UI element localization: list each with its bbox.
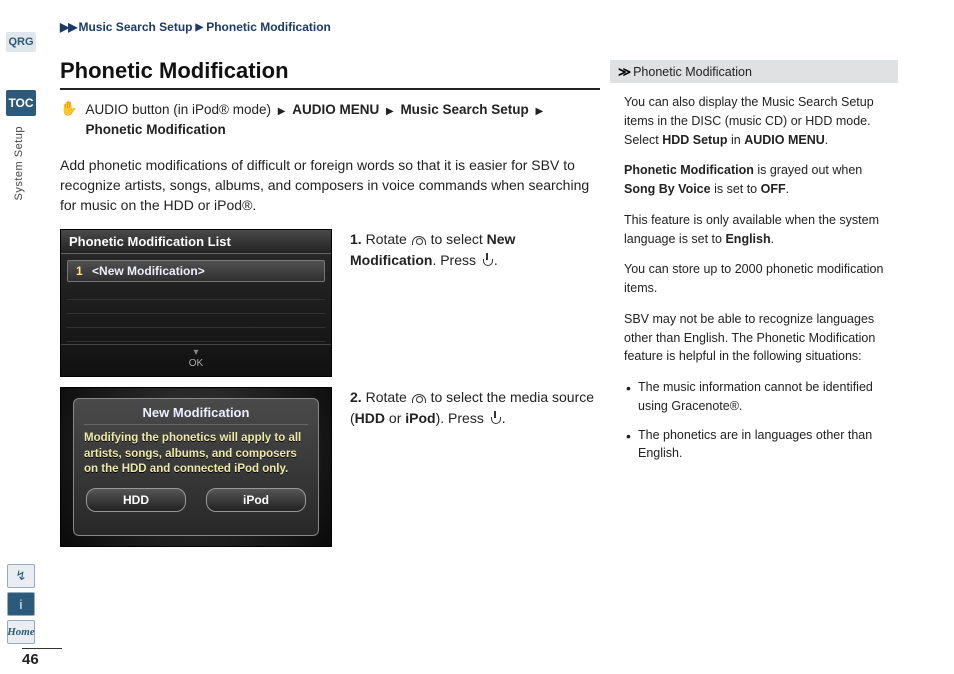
row-label: <New Modification>	[92, 264, 205, 278]
info-li1: The music information cannot be identifi…	[626, 378, 888, 416]
info-li2: The phonetics are in languages other tha…	[626, 426, 888, 464]
screenshot-modification-list: Phonetic Modification List 1 <New Modifi…	[60, 229, 332, 377]
tab-qrg[interactable]: QRG	[6, 32, 36, 52]
info-head-icon: ≫	[618, 64, 629, 79]
screen2-text: Modifying the phonetics will apply to al…	[84, 431, 308, 478]
info-sidebar: ≫ Phonetic Modification You can also dis…	[610, 60, 898, 477]
rotate-dial-icon	[411, 232, 427, 246]
info-p4: You can store up to 2000 phonetic modifi…	[624, 260, 888, 298]
info-p5: SBV may not be able to recognize languag…	[624, 310, 888, 366]
nav-path: ✋ AUDIO button (in iPod® mode) ▶ AUDIO M…	[60, 100, 580, 141]
home-icon[interactable]: Home	[7, 620, 35, 644]
screen1-row-new: 1 <New Modification>	[67, 260, 325, 282]
section-label[interactable]: System Setup	[13, 126, 40, 200]
breadcrumb-lead-icon: ▶▶	[60, 20, 76, 34]
breadcrumb-part1[interactable]: Music Search Setup	[78, 20, 192, 34]
step2-text: 2. Rotate to select the media source (HD…	[350, 387, 600, 428]
step2-num: 2.	[350, 389, 362, 405]
screen1-title: Phonetic Modification List	[61, 230, 331, 254]
nav-pre: AUDIO button (in iPod® mode)	[85, 102, 271, 117]
step1-text: 1. Rotate to select New Modification. Pr…	[350, 229, 600, 270]
info-p1: You can also display the Music Search Se…	[624, 93, 888, 149]
screen2-title: New Modification	[84, 405, 308, 425]
screenshot-new-modification: New Modification Modifying the phonetics…	[60, 387, 332, 547]
chevron-right-icon: ▶	[195, 22, 205, 33]
info-icon[interactable]: i	[7, 592, 35, 616]
screen2-btn-hdd: HDD	[86, 488, 186, 512]
down-icon: ▾	[193, 347, 198, 358]
intro-text: Add phonetic modifications of difficult …	[60, 155, 590, 216]
nav-s1: AUDIO MENU	[292, 102, 379, 117]
breadcrumb: ▶▶ Music Search Setup ▶ Phonetic Modific…	[60, 20, 331, 34]
info-p2: Phonetic Modification is grayed out when…	[624, 161, 888, 199]
page-title: Phonetic Modification	[60, 58, 600, 90]
step1-num: 1.	[350, 231, 362, 247]
info-list: The music information cannot be identifi…	[624, 378, 888, 463]
voice-icon[interactable]: ↯	[7, 564, 35, 588]
info-heading: ≫ Phonetic Modification	[610, 60, 898, 83]
screen2-btn-ipod: iPod	[206, 488, 306, 512]
rotate-dial-icon	[411, 390, 427, 404]
press-dial-icon	[480, 253, 494, 267]
chevron-right-icon: ▶	[275, 106, 289, 117]
nav-s2: Music Search Setup	[400, 102, 528, 117]
chevron-right-icon: ▶	[533, 106, 547, 117]
chevron-right-icon: ▶	[383, 106, 397, 117]
nav-s3: Phonetic Modification	[85, 122, 225, 137]
info-p3: This feature is only available when the …	[624, 211, 888, 249]
page-number: 46	[22, 648, 62, 668]
breadcrumb-part2[interactable]: Phonetic Modification	[206, 20, 331, 34]
row-number: 1	[76, 264, 83, 278]
tab-toc[interactable]: TOC	[6, 90, 36, 116]
ok-label: OK	[189, 358, 203, 369]
press-dial-icon	[488, 411, 502, 425]
press-button-icon: ✋	[60, 100, 77, 117]
